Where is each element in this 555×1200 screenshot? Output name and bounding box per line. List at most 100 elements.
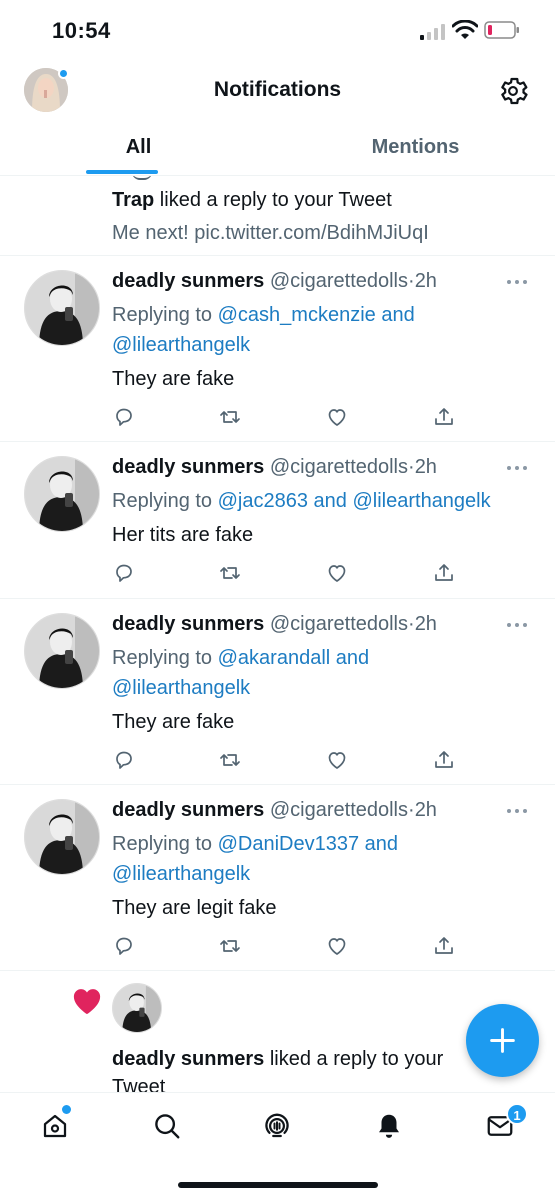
author-handle[interactable]: @cigarettedolls — [270, 456, 408, 478]
search-icon[interactable] — [152, 1111, 182, 1141]
tab-all[interactable]: All — [0, 118, 277, 176]
heart-icon — [73, 989, 101, 1015]
tweet-header: deadly sunmers @cigarettedolls·2h — [112, 613, 437, 636]
separator: · — [408, 270, 415, 292]
header: Notifications — [0, 62, 555, 118]
retweet-icon[interactable] — [218, 405, 242, 429]
tweet[interactable]: deadly sunmers @cigarettedolls·2h Replyi… — [0, 256, 555, 442]
replying-prefix: Replying to — [112, 833, 218, 855]
tweet-header: deadly sunmers @cigarettedolls·2h — [112, 270, 437, 293]
mention-link[interactable]: @lilearthangelk — [112, 863, 250, 885]
tweet-time: 2h — [414, 613, 437, 635]
avatar[interactable] — [24, 270, 100, 346]
reply-icon[interactable] — [112, 748, 136, 772]
replying-to: Replying to @jac2863 and @lilearthangelk — [112, 486, 542, 516]
notification-preview: Me next! pic.twitter.com/BdihMJiUqI — [112, 222, 429, 244]
plus-icon — [490, 1028, 515, 1053]
tweet-time: 2h — [414, 456, 437, 478]
replying-prefix: Replying to — [112, 647, 218, 669]
author-handle[interactable]: @cigarettedolls — [270, 270, 408, 292]
tweet-actions — [112, 934, 472, 960]
heart-icon[interactable] — [325, 561, 349, 585]
retweet-icon[interactable] — [218, 934, 242, 958]
notification-text: deadly sunmers liked a reply to your Twe… — [112, 1045, 472, 1092]
avatar[interactable] — [24, 456, 100, 532]
share-icon[interactable] — [432, 934, 456, 958]
more-options-icon[interactable] — [506, 464, 528, 472]
avatar-peek — [132, 176, 152, 180]
share-icon[interactable] — [432, 561, 456, 585]
avatar[interactable] — [24, 613, 100, 689]
tweet[interactable]: deadly sunmers @cigarettedolls·2h Replyi… — [0, 442, 555, 599]
notification-tabs: All Mentions — [0, 118, 555, 176]
notification-action: liked a reply to your Tweet — [154, 189, 392, 211]
like-notification[interactable]: Trap liked a reply to your Tweet Me next… — [0, 176, 555, 256]
tweet-header: deadly sunmers @cigarettedolls·2h — [112, 456, 437, 479]
page-title: Notifications — [213, 78, 342, 101]
author-handle[interactable]: @cigarettedolls — [270, 613, 408, 635]
spaces-icon[interactable] — [262, 1111, 292, 1141]
author-name[interactable]: deadly sunmers — [112, 613, 264, 635]
avatar-image — [25, 457, 99, 531]
mention-link[interactable]: @jac2863 and @lilearthangelk — [218, 490, 491, 512]
tweet-actions — [112, 405, 472, 431]
gear-icon[interactable] — [496, 74, 530, 108]
replying-prefix: Replying to — [112, 490, 218, 512]
more-options-icon[interactable] — [506, 621, 528, 629]
avatar[interactable] — [24, 799, 100, 875]
share-icon[interactable] — [432, 748, 456, 772]
compose-tweet-button[interactable] — [466, 1004, 539, 1077]
mention-link[interactable]: @lilearthangelk — [112, 334, 250, 356]
tweet-actions — [112, 748, 472, 774]
reply-icon[interactable] — [112, 934, 136, 958]
author-name[interactable]: deadly sunmers — [112, 456, 264, 478]
retweet-icon[interactable] — [218, 748, 242, 772]
notification-actor[interactable]: deadly sunmers — [112, 1048, 264, 1070]
tweet-text: Her tits are fake — [112, 524, 254, 546]
author-handle[interactable]: @cigarettedolls — [270, 799, 408, 821]
reply-icon[interactable] — [112, 561, 136, 585]
status-bar: 10:54 — [0, 0, 555, 62]
avatar-image — [113, 984, 161, 1032]
reply-icon[interactable] — [112, 405, 136, 429]
heart-icon[interactable] — [325, 934, 349, 958]
replying-to: Replying to @DaniDev1337 and @lilearthang… — [112, 829, 512, 889]
tweet-header: deadly sunmers @cigarettedolls·2h — [112, 799, 437, 822]
author-name[interactable]: deadly sunmers — [112, 270, 264, 292]
home-unread-dot — [62, 1105, 71, 1114]
tweet-actions — [112, 561, 472, 587]
tweet-text: They are legit fake — [112, 897, 277, 919]
bell-icon[interactable] — [374, 1111, 404, 1141]
avatar[interactable] — [112, 983, 162, 1033]
tweet-text: They are fake — [112, 368, 235, 390]
notification-feed[interactable]: Trap liked a reply to your Tweet Me next… — [0, 176, 555, 1092]
author-name[interactable]: deadly sunmers — [112, 799, 264, 821]
share-icon[interactable] — [432, 405, 456, 429]
mention-link[interactable]: @cash_mckenzie and — [218, 304, 415, 326]
mention-link[interactable]: @lilearthangelk — [112, 677, 250, 699]
separator: · — [408, 456, 415, 478]
mention-link[interactable]: @akarandall and — [218, 647, 370, 669]
more-options-icon[interactable] — [506, 278, 528, 286]
battery-icon — [484, 21, 519, 39]
replying-to: Replying to @akarandall and @lilearthange… — [112, 643, 512, 703]
replying-prefix: Replying to — [112, 304, 218, 326]
tweet-time: 2h — [414, 270, 437, 292]
heart-icon[interactable] — [325, 405, 349, 429]
home-indicator — [178, 1182, 378, 1188]
tweet-time: 2h — [414, 799, 437, 821]
wifi-icon — [452, 20, 478, 39]
tab-all-label: All — [125, 136, 152, 158]
home-icon[interactable] — [40, 1111, 70, 1141]
retweet-icon[interactable] — [218, 561, 242, 585]
more-options-icon[interactable] — [506, 807, 528, 815]
tab-mentions[interactable]: Mentions — [277, 118, 554, 176]
tweet[interactable]: deadly sunmers @cigarettedolls·2h Replyi… — [0, 599, 555, 785]
mention-link[interactable]: @DaniDev1337 and — [218, 833, 398, 855]
active-tab-indicator — [86, 170, 158, 174]
heart-icon[interactable] — [325, 748, 349, 772]
status-time: 10:54 — [52, 18, 111, 43]
tweet[interactable]: deadly sunmers @cigarettedolls·2h Replyi… — [0, 785, 555, 971]
notification-actor[interactable]: Trap — [112, 189, 154, 211]
tweet-text: They are fake — [112, 711, 235, 733]
